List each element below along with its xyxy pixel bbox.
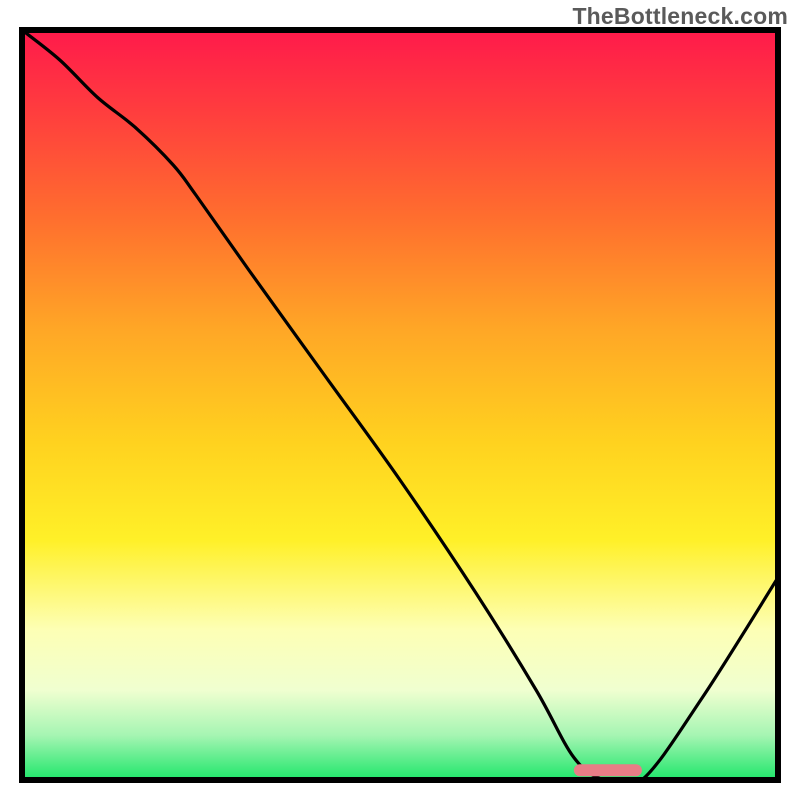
watermark-text: TheBottleneck.com bbox=[572, 3, 788, 30]
heatmap-background bbox=[22, 30, 778, 780]
optimal-marker bbox=[574, 764, 642, 776]
chart-container: TheBottleneck.com bbox=[0, 0, 800, 800]
plot-area bbox=[22, 30, 778, 787]
bottleneck-chart bbox=[0, 0, 800, 800]
